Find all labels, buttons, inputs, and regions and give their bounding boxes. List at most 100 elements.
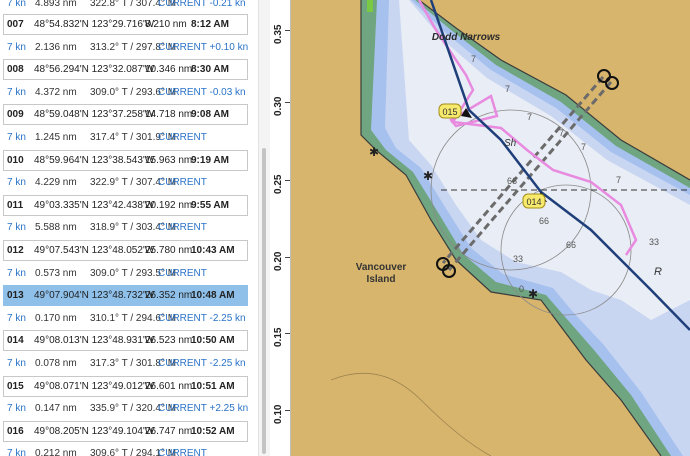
waypoint-distance: 15.963 nm (145, 154, 193, 166)
leg-speed[interactable]: 7 kn (7, 177, 26, 188)
waypoint-label-015: 015 (442, 107, 457, 117)
leg-row[interactable]: 7 kn 2.136 nm 313.2° T / 297.8° M CURRENT +… (0, 37, 255, 58)
waypoint-position: 48°56.294'N 123°32.087'W (34, 64, 155, 76)
depth-sounding: 7 (471, 54, 476, 64)
route-waypoint-panel: 7 kn 4.893 nm 322.8° T / 307.4° M CURREN… (0, 0, 258, 456)
leg-current[interactable]: CURRENT (158, 448, 207, 456)
leg-row[interactable]: 7 kn 0.078 nm 317.3° T / 301.8° M CURRENT -… (0, 353, 255, 374)
ruler-tick-mark (285, 102, 290, 103)
waypoint-row-009[interactable]: 009 48°59.048'N 123°37.258'W 14.718 nm 9:08… (3, 104, 248, 126)
depth-sounding: 7 (527, 112, 532, 122)
waypoint-distance: 26.747 nm (145, 425, 193, 437)
waypoint-time: 9:08 AM (191, 109, 229, 121)
waypoint-position: 48°54.832'N 123°29.716'W (34, 19, 155, 30)
waypoint-position: 49°08.205'N 123°49.104'W (34, 425, 155, 437)
scrollbar-thumb[interactable] (262, 148, 266, 454)
leg-current[interactable]: CURRENT (158, 268, 207, 279)
leg-speed[interactable]: 7 kn (7, 448, 26, 456)
waypoint-id: 013 (7, 290, 24, 302)
depth-sounding: 0 (519, 284, 524, 294)
rock-icon: ✱ (528, 287, 538, 301)
waypoint-row-016[interactable]: 016 49°08.205'N 123°49.104'W 26.747 nm 10:5… (3, 420, 248, 442)
waypoint-distance: 10.346 nm (145, 64, 193, 76)
leg-current[interactable]: CURRENT (158, 177, 207, 188)
leg-speed[interactable]: 7 kn (7, 268, 26, 279)
leg-row[interactable]: 7 kn 0.147 nm 335.9° T / 320.4° M CURRENT +… (0, 398, 255, 419)
leg-current[interactable]: CURRENT (158, 222, 207, 233)
leg-row[interactable]: 7 kn 4.229 nm 322.9° T / 307.4° M CURRENT (0, 172, 255, 193)
waypoint-time: 10:51 AM (191, 380, 235, 392)
leg-row[interactable]: 7 kn 4.372 nm 309.0° T / 293.6° M CURRENT -… (0, 82, 255, 103)
ruler-tick: 0.10 (270, 405, 290, 426)
chart-canvas[interactable]: 015 014 Dodd Narrows Vancouver Island Sh… (291, 0, 690, 456)
leg-speed[interactable]: 7 kn (7, 403, 26, 414)
waypoint-time: 10:50 AM (191, 335, 235, 347)
leg-row[interactable]: 7 kn 0.212 nm 309.6° T / 294.1° M CURRENT (0, 443, 255, 456)
waypoint-position: 48°59.964'N 123°38.543'W (34, 154, 155, 166)
leg-current[interactable]: CURRENT -2.25 kn (158, 358, 246, 369)
depth-sounding: 66 (507, 176, 517, 186)
waypoint-row-013[interactable]: 013 49°07.904'N 123°48.732'W 26.352 nm 10:4… (3, 285, 248, 307)
leg-row[interactable]: 7 kn 0.573 nm 309.0° T / 293.5° M CURRENT (0, 263, 255, 284)
leg-distance: 0.573 nm (35, 267, 77, 279)
leg-row[interactable]: 7 kn 0.170 nm 310.1° T / 294.6° M CURRENT -… (0, 308, 255, 329)
waypoint-distance: 8.210 nm (145, 19, 187, 30)
leg-distance: 4.229 nm (35, 177, 77, 189)
leg-speed[interactable]: 7 kn (7, 358, 26, 369)
leg-row[interactable]: 7 kn 4.893 nm 322.8° T / 307.4° M CURREN… (0, 0, 255, 14)
leg-speed[interactable]: 7 kn (7, 0, 26, 9)
depth-sounding: 33 (513, 254, 523, 264)
nav-marker[interactable] (367, 0, 373, 12)
seabed-label-sh: Sh (504, 138, 517, 149)
depth-sounding: 33 (649, 237, 659, 247)
waypoint-id: 011 (7, 199, 24, 211)
waypoint-row-014[interactable]: 014 49°08.013'N 123°48.931'W 26.523 nm 10:5… (3, 330, 248, 352)
leg-current[interactable]: CURRENT -0.21 kn (158, 0, 246, 9)
latitude-ruler: 0.35 0.30 0.25 0.20 0.15 0.10 (270, 0, 291, 456)
vancouver-label-line2: Island (367, 274, 396, 285)
leg-current[interactable]: CURRENT -2.25 kn (158, 313, 246, 324)
waypoint-row-015[interactable]: 015 49°08.071'N 123°49.012'W 26.601 nm 10:5… (3, 375, 248, 397)
ruler-tick: 0.35 (270, 25, 290, 46)
waypoint-id: 015 (7, 380, 24, 392)
leg-distance: 0.078 nm (35, 358, 77, 369)
leg-row[interactable]: 7 kn 5.588 nm 318.9° T / 303.4° M CURRENT (0, 217, 255, 238)
leg-distance: 2.136 nm (35, 41, 77, 53)
leg-distance: 4.372 nm (35, 86, 77, 98)
waypoint-time: 9:55 AM (191, 199, 229, 211)
depth-sounding: 7 (505, 84, 510, 94)
leg-distance: 4.893 nm (35, 0, 77, 9)
ruler-tick-label: 0.30 (273, 96, 284, 116)
leg-speed[interactable]: 7 kn (7, 222, 26, 233)
ruler-tick-label: 0.25 (273, 174, 284, 194)
waypoint-id: 008 (7, 64, 24, 76)
ruler-tick-mark (285, 180, 290, 181)
rock-icon: ✱ (423, 169, 433, 183)
leg-speed[interactable]: 7 kn (7, 132, 26, 143)
dodd-narrows-label: Dodd Narrows (432, 32, 501, 43)
waypoint-row-008[interactable]: 008 48°56.294'N 123°32.087'W 10.346 nm 8:30… (3, 59, 248, 81)
leg-current[interactable]: CURRENT -0.03 kn (158, 87, 246, 98)
waypoint-position: 49°08.071'N 123°49.012'W (34, 380, 155, 392)
waypoint-row-012[interactable]: 012 49°07.543'N 123°48.052'W 25.780 nm 10:4… (3, 240, 248, 261)
leg-current[interactable]: CURRENT (158, 132, 207, 143)
nautical-chart[interactable]: 015 014 Dodd Narrows Vancouver Island Sh… (291, 0, 690, 456)
depth-sounding: 66 (539, 216, 549, 226)
waypoint-time: 8:30 AM (191, 64, 229, 76)
waypoint-distance: 26.523 nm (145, 335, 193, 347)
waypoint-row-007[interactable]: 007 48°54.832'N 123°29.716'W 8.210 nm 8:12 … (3, 14, 248, 35)
waypoint-id: 009 (7, 109, 24, 121)
ruler-tick-mark (285, 333, 290, 334)
leg-distance: 5.588 nm (35, 222, 77, 234)
waypoint-row-011[interactable]: 011 49°03.335'N 123°42.438'W 20.192 nm 9:55… (3, 194, 248, 216)
waypoint-row-010[interactable]: 010 48°59.964'N 123°38.543'W 15.963 nm 9:19… (3, 149, 248, 171)
leg-speed[interactable]: 7 kn (7, 87, 26, 98)
leg-speed[interactable]: 7 kn (7, 42, 26, 53)
leg-current[interactable]: CURRENT +2.25 kn (158, 403, 248, 414)
leg-current[interactable]: CURRENT +0.10 kn (158, 42, 248, 53)
leg-distance: 0.170 nm (35, 312, 77, 324)
leg-speed[interactable]: 7 kn (7, 313, 26, 324)
waypoint-distance: 25.780 nm (145, 245, 193, 256)
leg-row[interactable]: 7 kn 1.245 nm 317.4° T / 301.9° M CURRENT (0, 127, 255, 148)
depth-sounding: 7 (581, 142, 586, 152)
